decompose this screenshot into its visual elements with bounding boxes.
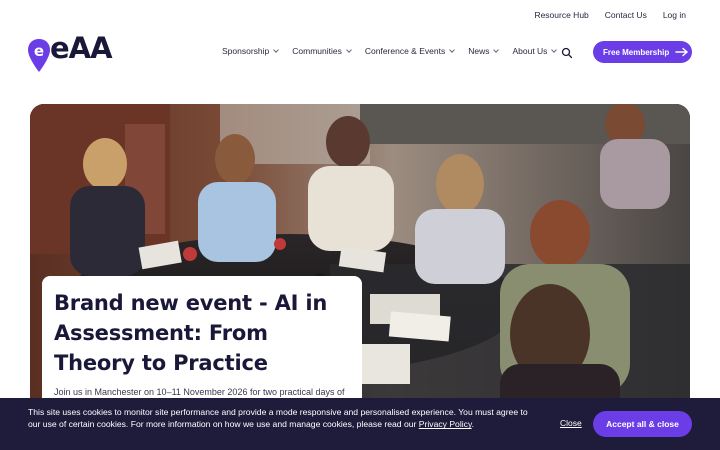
accept-all-button[interactable]: Accept all & close bbox=[593, 411, 692, 437]
logo[interactable]: e eAA bbox=[28, 34, 113, 72]
resource-hub-link[interactable]: Resource Hub bbox=[534, 10, 588, 20]
nav-conference-events[interactable]: Conference & Events bbox=[364, 46, 456, 56]
chevron-down-icon bbox=[346, 47, 352, 53]
chevron-down-icon bbox=[273, 47, 280, 53]
chevron-down-icon bbox=[551, 47, 558, 53]
nav-communities[interactable]: Communities bbox=[292, 46, 352, 56]
log-in-link[interactable]: Log in bbox=[663, 10, 686, 20]
nav-label: Sponsorship bbox=[222, 46, 270, 56]
nav-label: News bbox=[468, 46, 490, 56]
nav-about-us[interactable]: About Us bbox=[512, 46, 558, 56]
nav-label: Communities bbox=[292, 46, 342, 56]
contact-us-link[interactable]: Contact Us bbox=[605, 10, 647, 20]
chevron-down-icon bbox=[449, 47, 456, 53]
nav-label: Conference & Events bbox=[364, 46, 446, 56]
logo-text: eAA bbox=[50, 31, 113, 65]
chevron-down-icon bbox=[493, 47, 500, 53]
free-membership-label: Free Membership bbox=[603, 47, 670, 57]
hero-title[interactable]: Brand new event - AI in Assessment: From… bbox=[54, 288, 350, 378]
svg-text:e: e bbox=[34, 42, 44, 60]
cookie-period: . bbox=[471, 419, 475, 430]
cookie-text: This site uses cookies to monitor site p… bbox=[28, 406, 528, 431]
nav-sponsorship[interactable]: Sponsorship bbox=[222, 46, 280, 56]
logo-pin-icon: e bbox=[28, 39, 50, 72]
cookie-close-link[interactable]: Close bbox=[560, 418, 582, 428]
page: Resource Hub Contact Us Log in e eAA Spo… bbox=[0, 0, 720, 450]
nav-label: About Us bbox=[512, 46, 548, 56]
utility-nav: Resource Hub Contact Us Log in bbox=[534, 10, 686, 20]
privacy-policy-link[interactable]: Privacy Policy bbox=[419, 419, 472, 429]
nav-news[interactable]: News bbox=[468, 46, 500, 56]
arrow-right-icon bbox=[675, 47, 688, 57]
search-icon[interactable] bbox=[561, 46, 573, 59]
main-nav: Sponsorship Communities Conference & Eve… bbox=[222, 46, 558, 56]
free-membership-button[interactable]: Free Membership bbox=[593, 41, 692, 63]
